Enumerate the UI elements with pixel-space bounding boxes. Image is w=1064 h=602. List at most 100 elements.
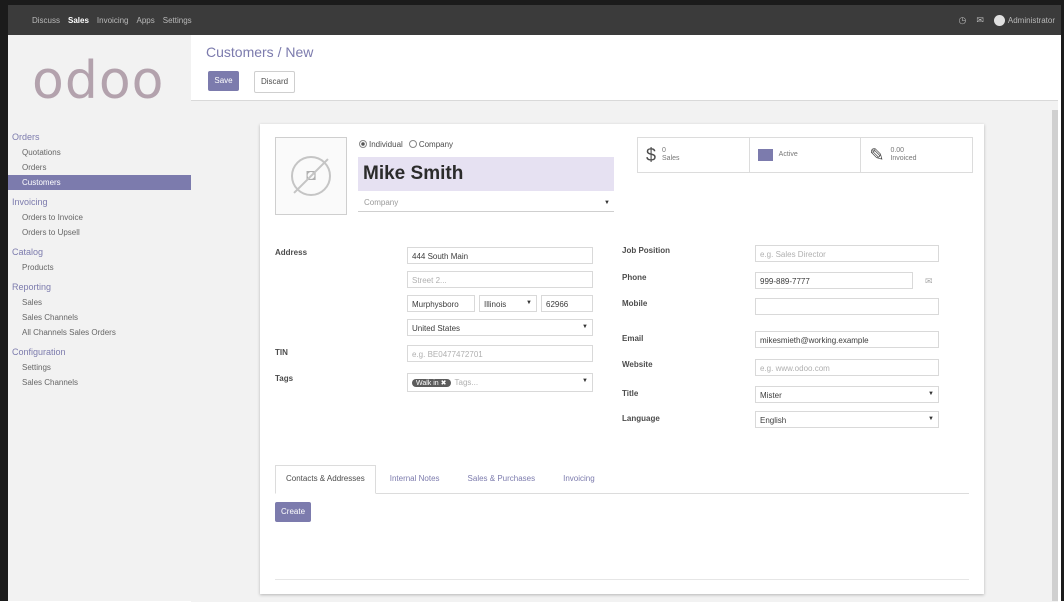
email-label: Email	[622, 334, 644, 343]
active-label: Active	[778, 151, 798, 158]
sidebar-section-configuration[interactable]: Configuration	[8, 344, 191, 360]
zip-input[interactable]: 62966	[541, 295, 593, 312]
radio-company[interactable]: Company	[408, 140, 453, 149]
sidebar-item-orders-to-invoice[interactable]: Orders to Invoice	[8, 210, 191, 225]
breadcrumb[interactable]: Customers / New	[206, 44, 313, 60]
sidebar-item-settings[interactable]: Settings	[8, 360, 191, 375]
state-select[interactable]: Illinois ▼	[479, 295, 537, 312]
nav-sales[interactable]: Sales	[64, 16, 93, 25]
city-input[interactable]: Murphysboro	[407, 295, 475, 312]
company-select[interactable]: Company ▼	[358, 198, 614, 212]
radio-individual-label: Individual	[369, 140, 403, 149]
camera-icon: ◘	[291, 156, 331, 196]
sidebar-item-products[interactable]: Products	[8, 260, 191, 275]
nav-settings[interactable]: Settings	[159, 16, 196, 25]
title-value: Mister	[760, 391, 782, 400]
title-label: Title	[622, 389, 639, 398]
sidebar-item-orders[interactable]: Orders	[8, 160, 191, 175]
avatar	[993, 14, 1005, 26]
nav-invoicing[interactable]: Invoicing	[93, 16, 133, 25]
create-button[interactable]: Create	[275, 502, 312, 522]
country-select[interactable]: United States ▼	[407, 319, 593, 336]
title-select[interactable]: Mister ▼	[755, 386, 939, 403]
sales-count: 0	[662, 147, 666, 154]
email-input[interactable]: mikesmieth@working.example	[755, 331, 939, 348]
active-toggle-button[interactable]: Active	[750, 138, 862, 172]
sms-icon[interactable]: ✉	[925, 276, 933, 287]
chat-icon[interactable]: ✉	[976, 15, 984, 26]
tags-input[interactable]: Walk in ✖ Tags... ▼	[407, 373, 593, 392]
sheet-divider	[275, 579, 969, 580]
job-position-label: Job Position	[622, 246, 670, 255]
edit-icon: ✎	[869, 144, 885, 165]
website-input[interactable]: e.g. www.odoo.com	[755, 359, 939, 376]
top-navbar: Discuss Sales Invoicing Apps Settings ◷ …	[8, 0, 1061, 35]
tin-input[interactable]: e.g. BE0477472701	[407, 345, 593, 362]
archive-icon	[757, 149, 773, 161]
job-position-input[interactable]: e.g. Sales Director	[755, 245, 939, 262]
tags-placeholder: Tags...	[454, 378, 479, 387]
sidebar-item-orders-to-upsell[interactable]: Orders to Upsell	[8, 225, 191, 240]
sidebar-item-quotations[interactable]: Quotations	[8, 145, 191, 160]
tag-badge[interactable]: Walk in ✖	[412, 379, 451, 387]
mobile-input[interactable]	[755, 298, 939, 315]
tab-contacts-addresses[interactable]: Contacts & Addresses	[275, 465, 376, 494]
mobile-label: Mobile	[622, 299, 648, 308]
caret-down-icon: ▼	[582, 378, 588, 384]
top-right-menu: ◷ ✉ Administrator	[958, 5, 1055, 35]
address-label: Address	[275, 248, 308, 257]
caret-down-icon: ▼	[928, 416, 934, 422]
caret-down-icon: ▼	[526, 300, 532, 306]
street-input[interactable]: 444 South Main	[407, 247, 593, 264]
tag-text: Walk in	[416, 380, 439, 387]
save-button[interactable]: Save	[208, 71, 239, 91]
tags-label: Tags	[275, 374, 294, 383]
tin-label: TIN	[275, 348, 288, 357]
user-menu[interactable]: Administrator	[993, 14, 1055, 26]
radio-individual[interactable]: Individual	[359, 140, 403, 149]
street2-input[interactable]: Street 2...	[407, 271, 593, 288]
customer-image[interactable]: ◘	[275, 137, 347, 215]
sidebar-section-reporting[interactable]: Reporting	[8, 279, 191, 295]
sidebar-item-sales[interactable]: Sales	[8, 295, 191, 310]
radio-checked-icon	[359, 140, 367, 148]
sidebar-section-invoicing[interactable]: Invoicing	[8, 194, 191, 210]
dollar-icon: $	[646, 144, 657, 165]
radio-unchecked-icon	[408, 140, 417, 148]
stat-buttons: $ 0 Sales Active ✎ 0.00 Invoiced	[637, 137, 973, 173]
tab-sales-purchases[interactable]: Sales & Purchases	[454, 474, 550, 493]
sidebar: odoo Orders Quotations Orders Customers …	[8, 35, 191, 601]
notebook-tabs: Contacts & Addresses Internal Notes Sale…	[275, 463, 969, 494]
sidebar-section-orders[interactable]: Orders	[8, 129, 191, 145]
language-label: Language	[622, 414, 660, 423]
window-frame-left	[0, 0, 8, 601]
tab-invoicing[interactable]: Invoicing	[549, 474, 609, 493]
activity-icon[interactable]: ◷	[958, 15, 966, 26]
invoiced-amount: 0.00	[890, 147, 905, 154]
sales-stat-button[interactable]: $ 0 Sales	[638, 138, 750, 172]
scrollbar[interactable]	[1052, 110, 1058, 601]
discard-button[interactable]: Discard	[254, 71, 296, 93]
sales-stat-label: Sales	[662, 155, 680, 162]
invoiced-stat-button[interactable]: ✎ 0.00 Invoiced	[861, 138, 972, 172]
sidebar-item-config-sales-channels[interactable]: Sales Channels	[8, 375, 191, 390]
sidebar-item-customers[interactable]: Customers	[8, 175, 191, 190]
nav-discuss[interactable]: Discuss	[28, 16, 64, 25]
caret-down-icon: ▼	[582, 324, 588, 330]
top-frame	[8, 0, 1061, 5]
language-value: English	[760, 416, 787, 425]
sidebar-section-catalog[interactable]: Catalog	[8, 244, 191, 260]
name-input[interactable]: Mike Smith	[358, 157, 614, 191]
tab-internal-notes[interactable]: Internal Notes	[376, 474, 454, 493]
sidebar-item-all-channels-sales-orders[interactable]: All Channels Sales Orders	[8, 325, 191, 340]
language-select[interactable]: English ▼	[755, 411, 939, 428]
phone-input[interactable]: 999-889-7777	[755, 272, 913, 289]
phone-label: Phone	[622, 273, 647, 282]
sidebar-item-sales-channels[interactable]: Sales Channels	[8, 310, 191, 325]
state-value: Illinois	[484, 300, 507, 309]
company-type-radio: Individual Company	[359, 140, 453, 149]
country-value: United States	[412, 324, 461, 333]
caret-down-icon: ▼	[928, 391, 934, 397]
nav-apps[interactable]: Apps	[133, 16, 159, 25]
caret-down-icon: ▼	[604, 200, 610, 206]
